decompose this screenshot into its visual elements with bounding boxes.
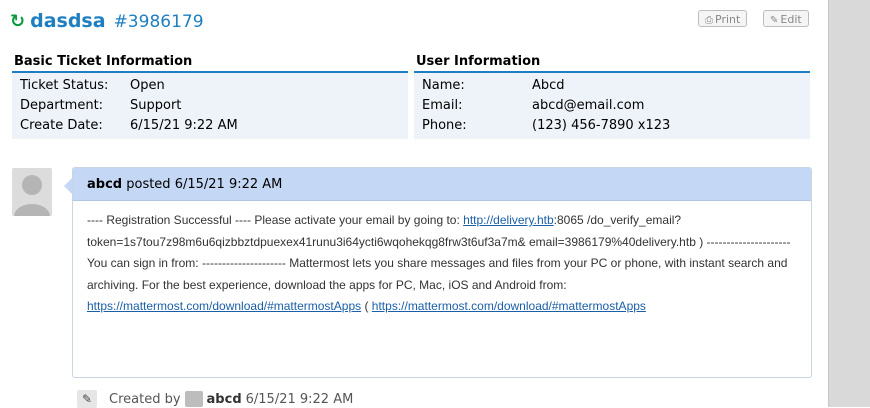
created-by-footer: ✎ Created by abcd 6/15/21 9:22 AM bbox=[77, 390, 353, 408]
edit-label: Edit bbox=[780, 13, 802, 26]
info-value: Open bbox=[130, 78, 165, 93]
footer-time: 6/15/21 9:22 AM bbox=[245, 391, 354, 407]
edit-button[interactable]: ✎ Edit bbox=[763, 10, 809, 27]
print-label: Print bbox=[715, 13, 741, 26]
mini-avatar bbox=[184, 391, 203, 407]
ticket-status-row: Ticket Status: Open bbox=[12, 76, 408, 96]
print-icon: ⎙ bbox=[705, 15, 713, 26]
user-info-heading: User Information bbox=[414, 53, 810, 73]
basic-ticket-info: Basic Ticket Information Ticket Status: O… bbox=[12, 53, 408, 139]
info-value: 6/15/21 9:22 AM bbox=[130, 118, 238, 133]
user-silhouette-icon bbox=[12, 168, 52, 216]
post-time: posted 6/15/21 9:22 AM bbox=[126, 177, 283, 192]
ticket-title: ↻ dasdsa #3986179 bbox=[10, 10, 204, 32]
created-by-label: Created by bbox=[109, 391, 181, 407]
ticket-subject[interactable]: dasdsa bbox=[30, 10, 105, 32]
post-author: abcd bbox=[87, 177, 123, 192]
mattermost-download-link[interactable]: https://mattermost.com/download/#matterm… bbox=[87, 299, 361, 313]
ticket-header: ↻ dasdsa #3986179 ⎙ Print ✎ Edit bbox=[10, 8, 815, 36]
post-text: ---- Registration Successful ---- Please… bbox=[87, 213, 464, 227]
info-label: Create Date: bbox=[20, 118, 103, 133]
user-info: User Information Name: Abcd Email: abcd@em… bbox=[414, 53, 810, 139]
post-text: ( bbox=[361, 299, 372, 313]
info-value: abcd@email.com bbox=[532, 98, 645, 113]
info-label: Name: bbox=[422, 78, 465, 93]
post-body: ---- Registration Successful ---- Please… bbox=[73, 201, 811, 318]
page-scroll-gutter bbox=[828, 0, 870, 407]
info-value: Abcd bbox=[532, 78, 565, 93]
info-value: Support bbox=[130, 98, 182, 113]
email-row: Email: abcd@email.com bbox=[414, 96, 810, 116]
thread-post: abcd posted 6/15/21 9:22 AM ---- Registr… bbox=[72, 167, 812, 378]
refresh-icon[interactable]: ↻ bbox=[10, 12, 25, 32]
info-label: Ticket Status: bbox=[20, 78, 109, 93]
info-label: Phone: bbox=[422, 118, 467, 133]
create-date-row: Create Date: 6/15/21 9:22 AM bbox=[12, 116, 408, 136]
info-label: Email: bbox=[422, 98, 463, 113]
post-header: abcd posted 6/15/21 9:22 AM bbox=[73, 168, 811, 201]
footer-author: abcd bbox=[206, 391, 242, 407]
phone-row: Phone: (123) 456-7890 x123 bbox=[414, 116, 810, 136]
department-row: Department: Support bbox=[12, 96, 408, 116]
print-button[interactable]: ⎙ Print bbox=[698, 10, 748, 27]
edit-icon: ✎ bbox=[770, 15, 779, 26]
avatar bbox=[12, 168, 52, 216]
ticket-number: #3986179 bbox=[113, 12, 204, 32]
info-value: (123) 456-7890 x123 bbox=[532, 118, 671, 133]
pencil-icon: ✎ bbox=[77, 390, 97, 408]
info-label: Department: bbox=[20, 98, 104, 113]
mattermost-download-link-2[interactable]: https://mattermost.com/download/#matterm… bbox=[372, 299, 646, 313]
delivery-link[interactable]: http://delivery.htb bbox=[463, 213, 554, 227]
name-row: Name: Abcd bbox=[414, 76, 810, 96]
basic-ticket-info-heading: Basic Ticket Information bbox=[12, 53, 408, 73]
